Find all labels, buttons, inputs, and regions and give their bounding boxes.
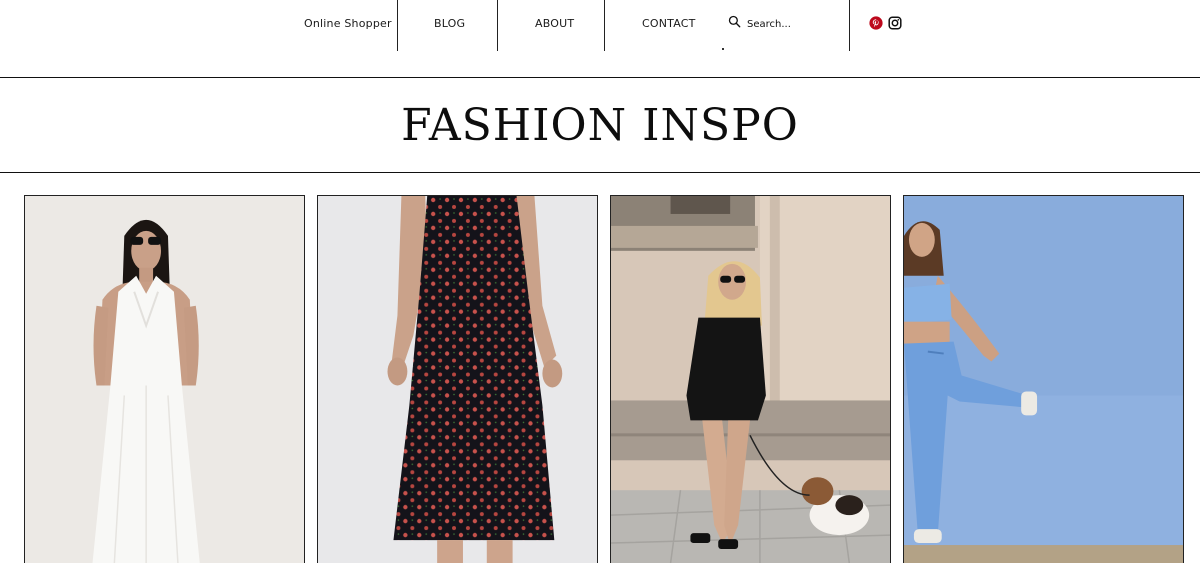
top-navigation: Online Shopper BLOG ABOUT CONTACT (0, 0, 1200, 52)
search-bar[interactable] (728, 15, 837, 33)
instagram-icon[interactable] (888, 16, 902, 30)
nav-link-blog[interactable]: BLOG (434, 17, 465, 30)
black-floral-slip-dress-image[interactable] (317, 195, 598, 563)
header-bottom-rule (0, 172, 1200, 173)
nav-divider (849, 0, 850, 51)
page-title: FASHION INSPO (401, 100, 799, 151)
blue-activewear-set-image[interactable] (903, 195, 1184, 563)
nav-link-about[interactable]: ABOUT (535, 17, 574, 30)
nav-link-contact[interactable]: CONTACT (642, 17, 696, 30)
nav-divider (397, 0, 398, 51)
search-input[interactable] (747, 18, 837, 30)
white-halter-maxi-dress-image[interactable] (24, 195, 305, 563)
nav-divider (604, 0, 605, 51)
black-mini-dress-street-image[interactable] (610, 195, 891, 563)
nav-divider (497, 0, 498, 51)
site-name-link[interactable]: Online Shopper (304, 17, 392, 30)
pinterest-icon[interactable] (869, 16, 883, 30)
search-icon[interactable] (728, 15, 741, 33)
search-underline-mark (722, 48, 724, 50)
header-top-rule (0, 77, 1200, 78)
